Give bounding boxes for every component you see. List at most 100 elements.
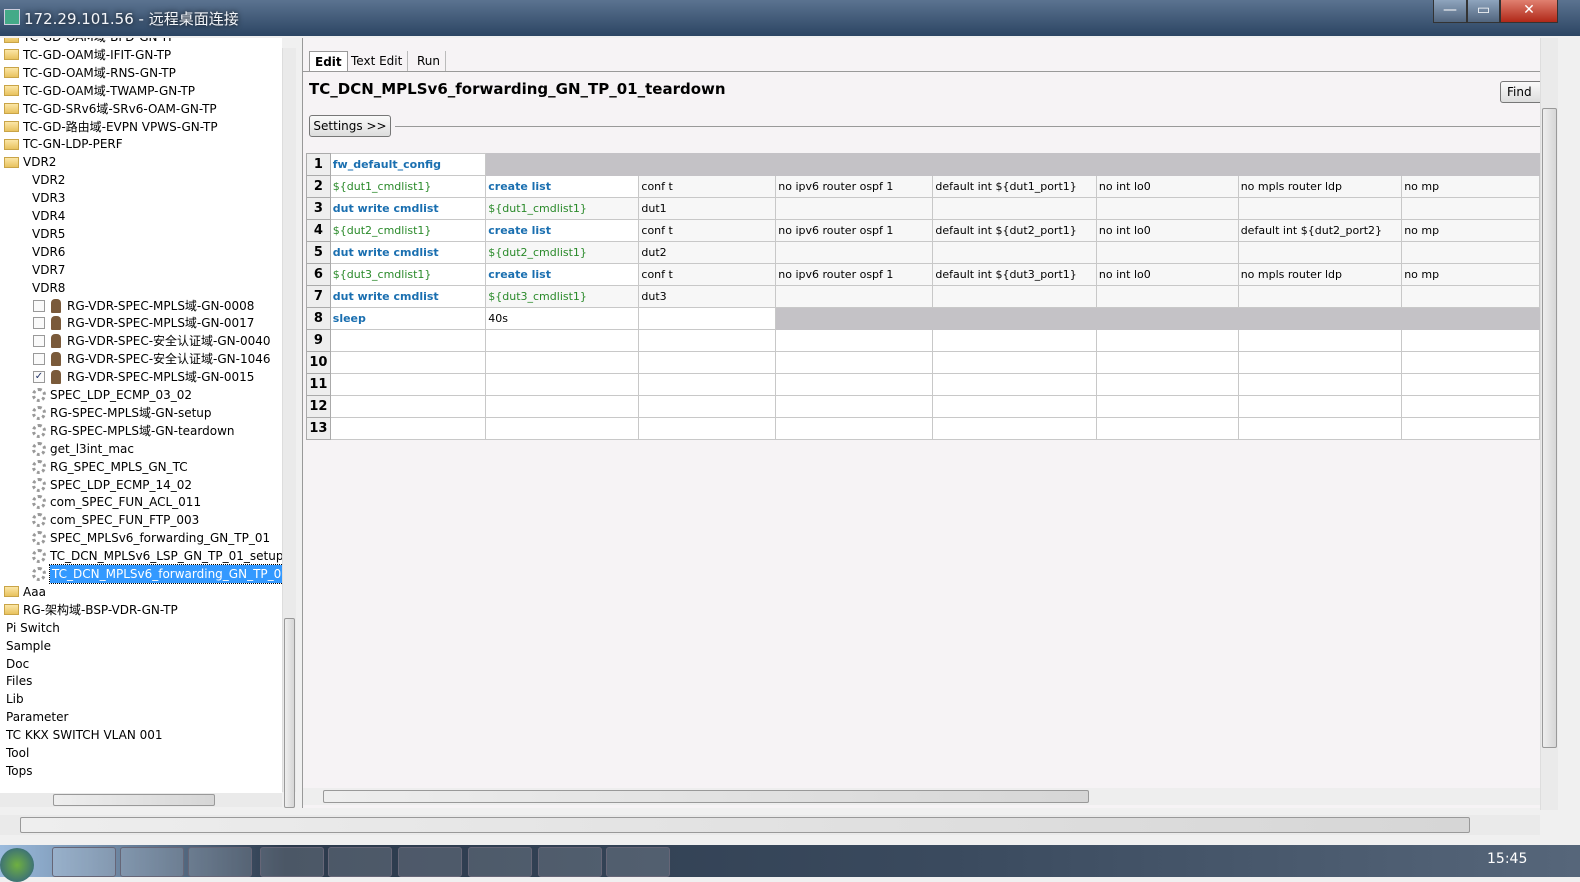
table-cell[interactable]: ${dut1_cmdlist1} xyxy=(329,175,487,198)
tree-item[interactable]: com_SPEC_FUN_ACL_011 xyxy=(32,493,201,511)
editor-horizontal-scrollbar[interactable] xyxy=(303,788,1541,805)
table-cell[interactable] xyxy=(1095,417,1239,440)
tree-item[interactable]: TC-GD-OAM域-TWAMP-GN-TP xyxy=(4,82,195,100)
table-cell[interactable] xyxy=(775,329,934,352)
table-cell[interactable]: no ipv6 router ospf 1 xyxy=(775,219,934,242)
table-cell[interactable] xyxy=(1237,285,1403,308)
table-cell[interactable] xyxy=(1095,351,1239,374)
tree-item[interactable]: TC_DCN_MPLSv6_LSP_GN_TP_01_setup xyxy=(32,547,282,565)
table-cell[interactable]: default int ${dut2_port1} xyxy=(932,219,1097,242)
editor-scroll-thumb[interactable] xyxy=(1542,108,1557,748)
taskbar-app-6[interactable] xyxy=(398,847,462,877)
tree-scroll-thumb[interactable] xyxy=(284,618,295,808)
editor-hscroll-thumb[interactable] xyxy=(323,790,1089,803)
table-cell[interactable]: no ipv6 router ospf 1 xyxy=(775,263,934,286)
table-cell[interactable] xyxy=(638,373,777,396)
tree-item[interactable]: RG-VDR-SPEC-MPLS域-GN-0017 xyxy=(33,314,254,332)
table-cell[interactable] xyxy=(1237,417,1403,440)
table-cell[interactable]: ${dut3_cmdlist1} xyxy=(329,263,487,286)
tree-item[interactable]: TC-GD-OAM域-RNS-GN-TP xyxy=(4,64,176,82)
tree-item[interactable]: TC-GD-OAM域-BFD-GN-TP xyxy=(4,38,175,46)
table-cell[interactable] xyxy=(775,307,934,330)
table-cell[interactable]: no ipv6 router ospf 1 xyxy=(775,175,934,198)
table-cell[interactable] xyxy=(775,241,934,264)
tree-item[interactable]: TC-GD-OAM域-IFIT-GN-TP xyxy=(4,46,171,64)
table-cell[interactable]: ${dut2_cmdlist1} xyxy=(329,219,487,242)
table-cell[interactable]: conf t xyxy=(638,219,777,242)
table-cell[interactable] xyxy=(932,329,1097,352)
table-cell[interactable] xyxy=(1095,241,1239,264)
tree-item[interactable]: VDR2 xyxy=(4,153,56,171)
checkbox[interactable] xyxy=(33,299,45,312)
taskbar-app-8[interactable] xyxy=(538,847,602,877)
tree-item[interactable]: VDR7 xyxy=(26,261,65,279)
table-cell[interactable] xyxy=(1401,373,1540,396)
table-cell[interactable] xyxy=(932,373,1097,396)
table-cell[interactable] xyxy=(485,351,640,374)
table-cell[interactable] xyxy=(638,395,777,418)
table-cell[interactable] xyxy=(638,153,777,176)
taskbar-app-7[interactable] xyxy=(468,847,532,877)
table-cell[interactable] xyxy=(485,373,640,396)
tree-item[interactable]: ✓ RG-VDR-SPEC-MPLS域-GN-0015 xyxy=(33,368,254,386)
table-cell[interactable]: conf t xyxy=(638,175,777,198)
table-cell[interactable]: no int lo0 xyxy=(1095,175,1239,198)
table-cell[interactable] xyxy=(932,351,1097,374)
table-cell[interactable] xyxy=(1095,153,1239,176)
table-cell[interactable]: default int ${dut3_port1} xyxy=(932,263,1097,286)
table-cell[interactable] xyxy=(775,153,934,176)
table-cell[interactable]: dut write cmdlist xyxy=(329,285,487,308)
tree-item[interactable]: Tool xyxy=(6,744,29,762)
table-cell[interactable] xyxy=(1401,395,1540,418)
table-cell[interactable] xyxy=(1401,351,1540,374)
table-cell[interactable] xyxy=(1401,285,1540,308)
table-cell[interactable] xyxy=(1095,307,1239,330)
tree-item[interactable]: get_l3int_mac xyxy=(32,440,134,458)
tree-item[interactable]: VDR4 xyxy=(26,207,65,225)
tree-item[interactable]: Parameter xyxy=(6,708,68,726)
tree-item[interactable]: RG-VDR-SPEC-安全认证域-GN-0040 xyxy=(33,332,271,350)
table-cell[interactable] xyxy=(1401,197,1540,220)
table-cell[interactable] xyxy=(485,417,640,440)
taskbar-app-4[interactable] xyxy=(260,847,324,877)
table-cell[interactable] xyxy=(638,307,777,330)
tree-item[interactable]: VDR8 xyxy=(26,279,65,297)
maximize-button[interactable]: ▭ xyxy=(1467,0,1500,23)
table-cell[interactable] xyxy=(775,373,934,396)
table-cell[interactable] xyxy=(932,417,1097,440)
table-cell[interactable] xyxy=(1401,417,1540,440)
table-cell[interactable]: create list xyxy=(485,175,640,198)
table-cell[interactable] xyxy=(329,329,487,352)
table-cell[interactable] xyxy=(1095,197,1239,220)
table-cell[interactable]: no mpls router ldp xyxy=(1237,263,1403,286)
checkbox[interactable] xyxy=(33,353,45,366)
keyword-table[interactable]: 1 fw_default_config 2 ${dut1_cmdlist1} creat… xyxy=(306,153,1540,440)
project-tree[interactable]: TC-GD-OAM域-BFD-GN-TPTC-GD-OAM域-IFIT-GN-T… xyxy=(0,38,282,794)
table-cell[interactable]: ${dut1_cmdlist1} xyxy=(485,197,640,220)
table-cell[interactable]: no mp xyxy=(1401,219,1540,242)
tree-item[interactable]: RG_SPEC_MPLS_GN_TC xyxy=(32,458,188,476)
checkbox[interactable] xyxy=(33,317,45,330)
table-cell[interactable]: dut write cmdlist xyxy=(329,197,487,220)
tab-edit[interactable]: Edit xyxy=(309,51,348,71)
taskbar-app-2[interactable] xyxy=(120,847,184,877)
table-cell[interactable] xyxy=(1095,285,1239,308)
table-cell[interactable] xyxy=(329,417,487,440)
table-cell[interactable] xyxy=(932,197,1097,220)
table-cell[interactable] xyxy=(1237,197,1403,220)
table-cell[interactable]: dut2 xyxy=(638,241,777,264)
tree-item[interactable]: com_SPEC_FUN_FTP_003 xyxy=(32,511,199,529)
tree-item[interactable]: VDR6 xyxy=(26,243,65,261)
tree-item[interactable]: Aaa xyxy=(4,583,46,601)
tree-item[interactable]: Sample xyxy=(6,637,51,655)
table-cell[interactable]: no mp xyxy=(1401,175,1540,198)
tree-item[interactable]: Files xyxy=(6,672,32,690)
tree-item[interactable]: RG-SPEC-MPLS域-GN-setup xyxy=(32,404,212,422)
table-cell[interactable]: create list xyxy=(485,263,640,286)
table-cell[interactable] xyxy=(1401,241,1540,264)
table-cell[interactable]: dut3 xyxy=(638,285,777,308)
table-cell[interactable]: no int lo0 xyxy=(1095,219,1239,242)
table-cell[interactable]: default int ${dut1_port1} xyxy=(932,175,1097,198)
table-cell[interactable] xyxy=(1237,307,1403,330)
table-cell[interactable] xyxy=(1237,153,1403,176)
